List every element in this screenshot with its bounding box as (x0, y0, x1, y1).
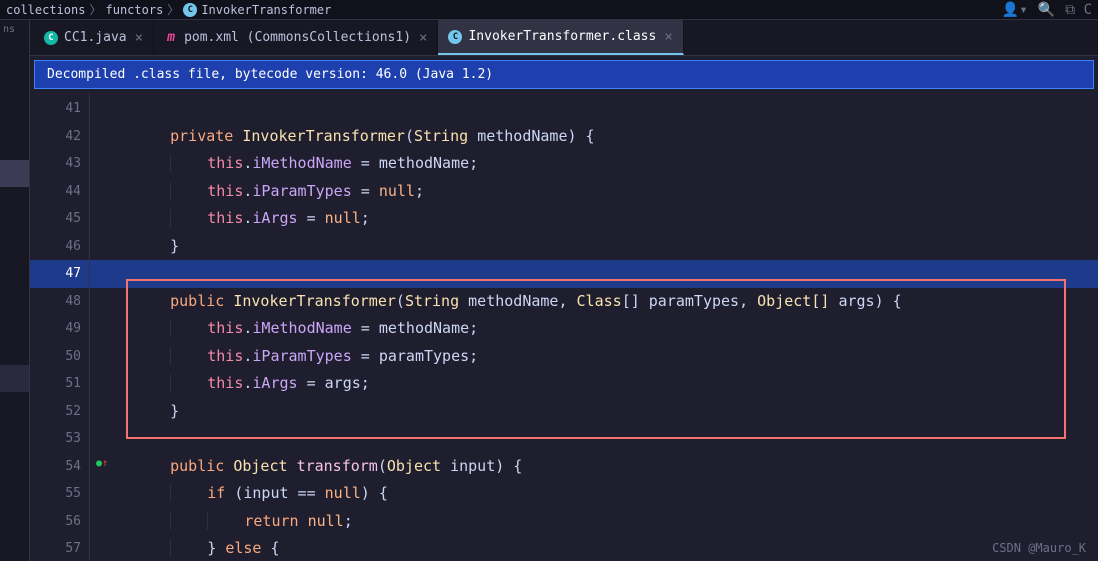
line-number[interactable]: 41 (30, 95, 89, 123)
code-area[interactable]: private InvokerTransformer(String method… (130, 93, 1098, 561)
line-number[interactable]: 51 (30, 370, 89, 398)
class-icon: C (183, 3, 197, 17)
close-icon[interactable]: × (419, 30, 427, 46)
line-number[interactable]: 54 (30, 453, 89, 481)
line-number[interactable]: 49 (30, 315, 89, 343)
tab-label: InvokerTransformer.class (468, 29, 656, 44)
search-icon[interactable]: 🔍 (1038, 2, 1055, 18)
line-number[interactable]: 56 (30, 508, 89, 536)
breadcrumb[interactable]: collections 〉 functors 〉 C InvokerTransf… (6, 1, 331, 18)
left-sidebar[interactable]: ns (0, 20, 30, 561)
line-number[interactable]: 55 (30, 480, 89, 508)
sidebar-label: ns (3, 24, 15, 35)
chevron-right-icon: 〉 (167, 1, 179, 18)
gutter-marker-icon[interactable]: ●↑ (96, 458, 108, 469)
maven-icon: m (164, 31, 178, 45)
crumb-functors[interactable]: functors (106, 3, 164, 17)
panel-icon[interactable]: ⧉ C (1065, 2, 1092, 18)
tab-cc1-java[interactable]: C CC1.java × (34, 20, 154, 55)
line-number[interactable]: 43 (30, 150, 89, 178)
tab-label: CC1.java (64, 30, 127, 45)
crumb-class-name[interactable]: InvokerTransformer (201, 3, 331, 17)
tab-pom-xml[interactable]: m pom.xml (CommonsCollections1) × (154, 20, 438, 55)
code-editor[interactable]: 41 42 43 44 45 46 47 48 49 50 51 52 53 5… (30, 93, 1098, 561)
close-icon[interactable]: × (664, 29, 672, 45)
watermark: CSDN @Mauro_K (992, 541, 1086, 555)
decompile-banner: Decompiled .class file, bytecode version… (34, 60, 1094, 89)
tab-invoker-class[interactable]: C InvokerTransformer.class × (438, 20, 683, 55)
close-icon[interactable]: × (135, 30, 143, 46)
line-number[interactable]: 48 (30, 288, 89, 316)
line-number[interactable]: 57 (30, 535, 89, 561)
java-class-icon: C (44, 31, 58, 45)
user-icon[interactable]: 👤▾ (1002, 2, 1028, 18)
chevron-right-icon: 〉 (89, 1, 101, 18)
line-number[interactable]: 45 (30, 205, 89, 233)
line-number[interactable]: 52 (30, 398, 89, 426)
line-number[interactable]: 44 (30, 178, 89, 206)
line-number[interactable]: 42 (30, 123, 89, 151)
line-number-gutter[interactable]: 41 42 43 44 45 46 47 48 49 50 51 52 53 5… (30, 93, 90, 561)
tab-label: pom.xml (CommonsCollections1) (184, 30, 411, 45)
class-icon: C (448, 30, 462, 44)
line-number[interactable]: 53 (30, 425, 89, 453)
editor-tabs: C CC1.java × m pom.xml (CommonsCollectio… (30, 20, 1098, 56)
crumb-collections[interactable]: collections (6, 3, 85, 17)
line-number-current[interactable]: 47 (30, 260, 89, 288)
marker-column: ●↑ (90, 93, 130, 561)
line-number[interactable]: 50 (30, 343, 89, 371)
line-number[interactable]: 46 (30, 233, 89, 261)
